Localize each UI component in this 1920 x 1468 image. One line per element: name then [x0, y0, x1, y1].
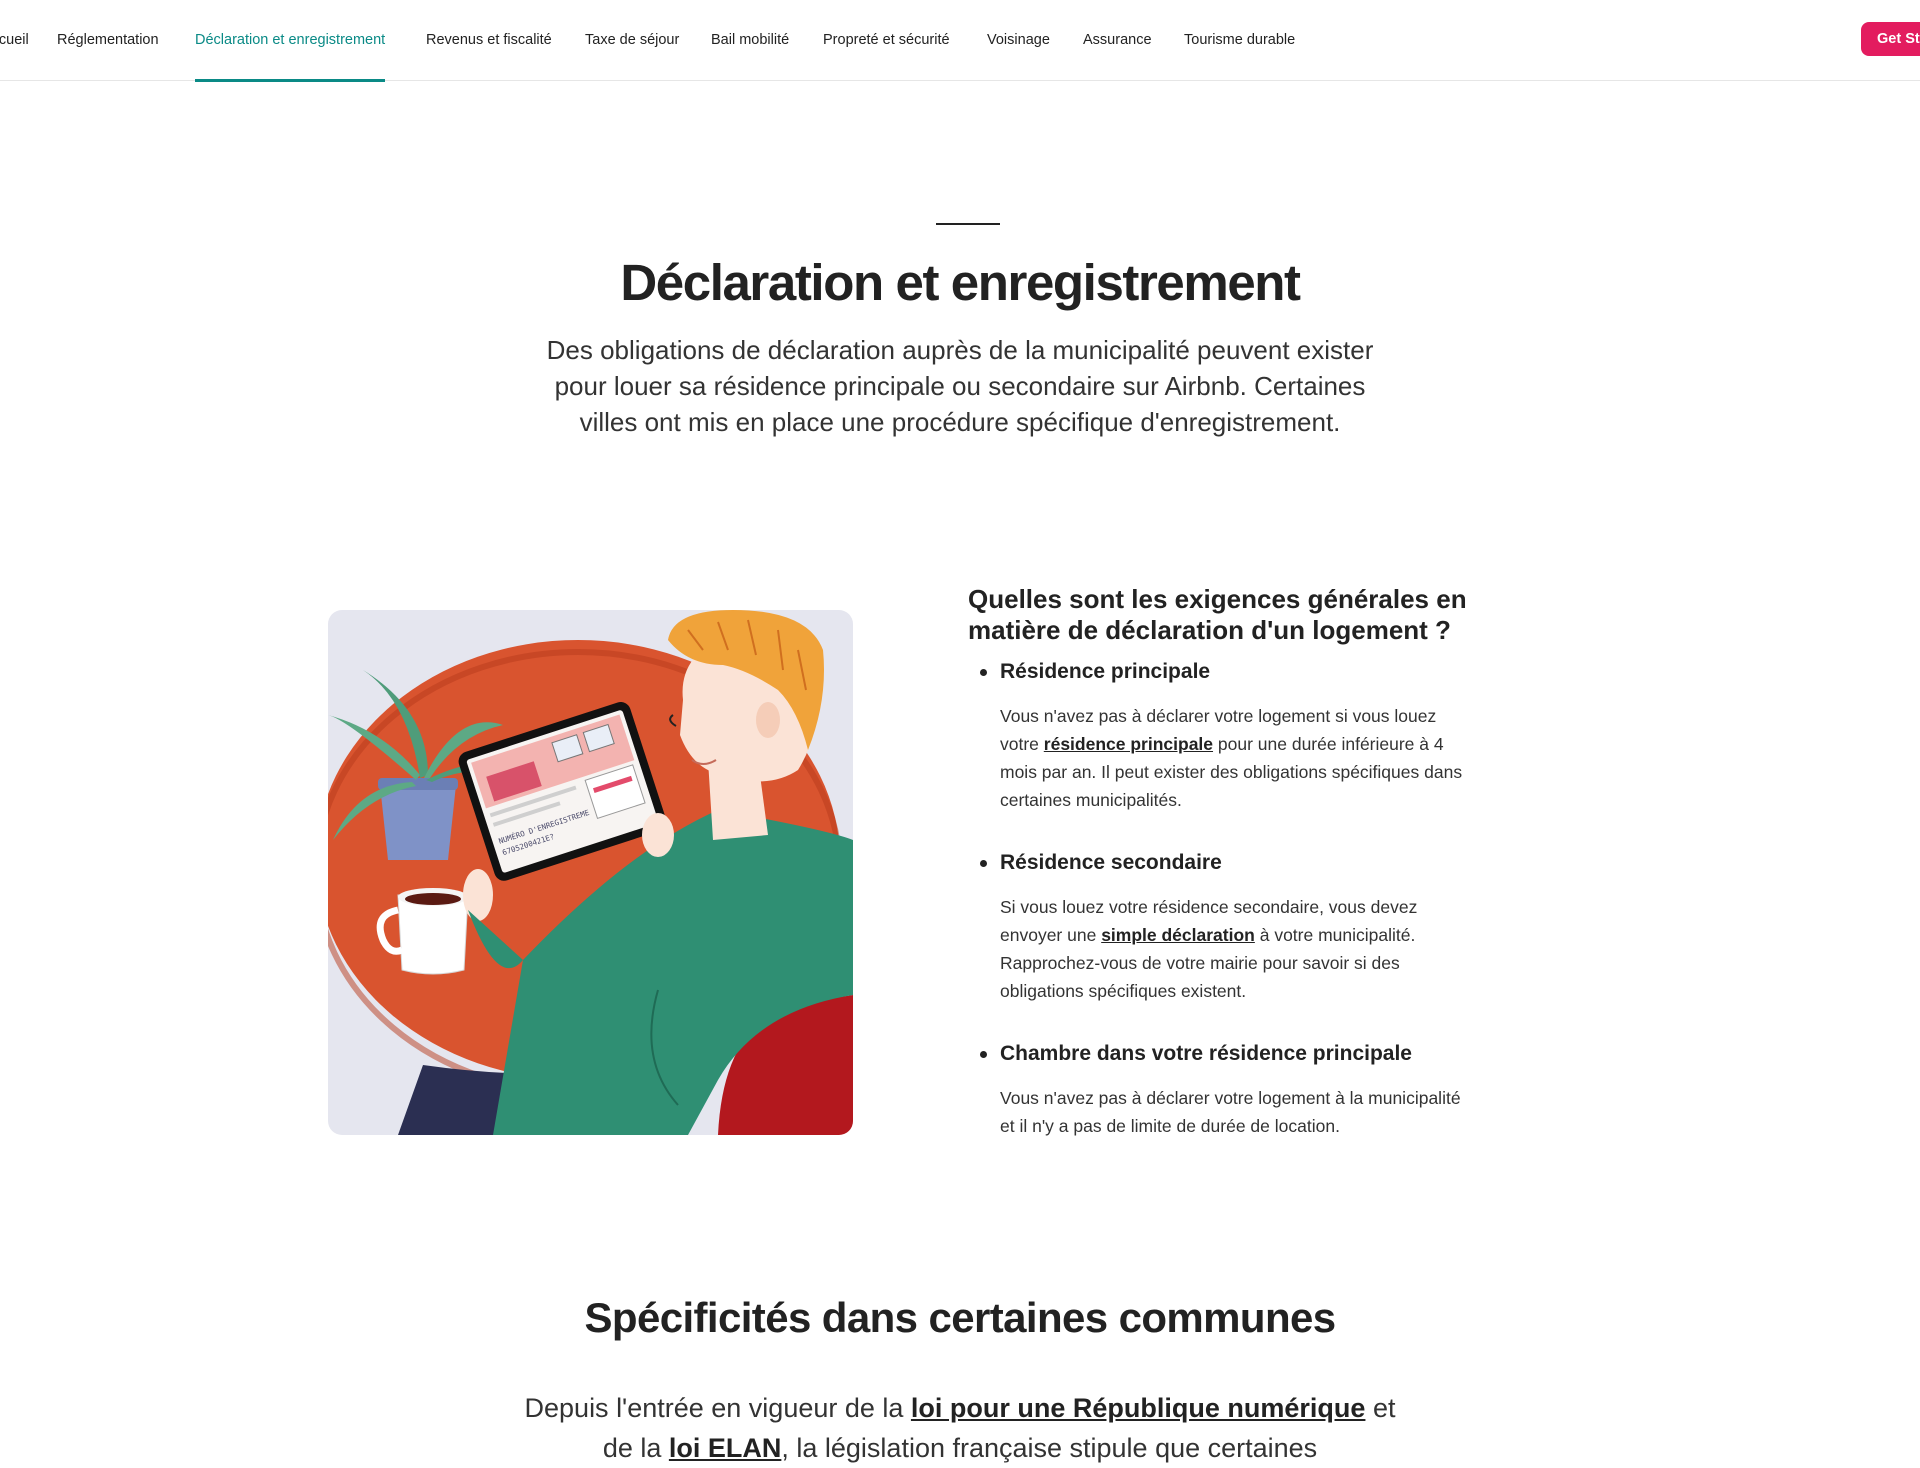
requirements-heading: Quelles sont les exigences générales en … [968, 584, 1528, 646]
desc-line: Vous n'avez pas à déclarer votre logemen… [1000, 706, 1437, 726]
hero-description: Des obligations de déclaration auprès de… [510, 332, 1410, 440]
simple-declaration-link[interactable]: simple déclaration [1101, 925, 1255, 945]
host-tablet-illustration: NUMÉRO D'ENREGISTREME 6705200421E? [328, 610, 853, 1135]
list-item-residence-principale: Résidence principale Vous n'avez pas à d… [968, 650, 1528, 814]
communes-text: Depuis l'entrée en vigueur de la [524, 1393, 911, 1423]
desc-line: pour une durée inférieure à 4 [1213, 734, 1444, 754]
item-description: Si vous louez votre résidence secondaire… [1000, 893, 1528, 1005]
desc-line: obligations spécifiques existent. [1000, 981, 1247, 1001]
nav-item-revenus[interactable]: Revenus et fiscalité [426, 0, 552, 81]
hero-line-2: pour louer sa résidence principale ou se… [554, 371, 1366, 401]
communes-heading: Spécificités dans certaines communes [584, 1294, 1336, 1341]
desc-line: mois par an. Il peut exister des obligat… [1000, 762, 1463, 782]
nav-item-bail-mobilite[interactable]: Bail mobilité [711, 0, 789, 81]
item-description: Vous n'avez pas à déclarer votre logemen… [1000, 702, 1528, 814]
desc-line: Rapprochez-vous de votre mairie pour sav… [1000, 953, 1400, 973]
loi-elan-link[interactable]: loi ELAN [669, 1433, 782, 1463]
desc-line: Vous n'avez pas à déclarer votre logemen… [1000, 1088, 1461, 1108]
communes-description: Depuis l'entrée en vigueur de la loi pou… [480, 1388, 1440, 1468]
page-title: Déclaration et enregistrement [620, 254, 1301, 311]
nav-item-accueil[interactable]: Accueil [0, 0, 29, 81]
requirements-list: Résidence principale Vous n'avez pas à d… [968, 650, 1528, 1167]
loi-republique-numerique-link[interactable]: loi pour une République numérique [911, 1393, 1366, 1423]
residence-principale-link[interactable]: résidence principale [1044, 734, 1213, 754]
communes-text: et [1365, 1393, 1396, 1423]
desc-line: envoyer une [1000, 925, 1102, 945]
nav-item-taxe-sejour[interactable]: Taxe de séjour [585, 0, 679, 81]
item-title: Résidence secondaire [1000, 851, 1222, 874]
hero-line-3: villes ont mis en place une procédure sp… [579, 407, 1341, 437]
desc-line: à votre municipalité. [1254, 925, 1416, 945]
desc-line: votre [1000, 734, 1044, 754]
bullet [980, 669, 987, 676]
get-started-button[interactable]: Get Started [1861, 22, 1920, 56]
nav-item-assurance[interactable]: Assurance [1083, 0, 1152, 81]
desc-line: Si vous louez votre résidence secondaire… [1000, 897, 1418, 917]
nav-item-reglementation[interactable]: Réglementation [57, 0, 159, 81]
bullet [980, 860, 987, 867]
nav-item-tourisme-durable[interactable]: Tourisme durable [1184, 0, 1295, 81]
item-title: Résidence principale [1000, 660, 1211, 683]
requirements-heading-line-1: Quelles sont les exigences générales en [968, 584, 1467, 614]
item-description: Vous n'avez pas à déclarer votre logemen… [1000, 1084, 1528, 1140]
nav-item-voisinage[interactable]: Voisinage [987, 0, 1050, 81]
requirements-heading-line-2: matière de déclaration d'un logement ? [968, 615, 1451, 645]
item-title: Chambre dans votre résidence principale [1000, 1042, 1412, 1065]
list-item-residence-secondaire: Résidence secondaire Si vous louez votre… [968, 841, 1528, 1005]
list-item-chambre: Chambre dans votre résidence principale … [968, 1032, 1528, 1140]
nav-item-proprete-securite[interactable]: Propreté et sécurité [823, 0, 950, 81]
top-navigation: Accueil Réglementation Déclaration et en… [0, 0, 1920, 82]
desc-line: et il n'y a pas de limite de durée de lo… [1000, 1116, 1340, 1136]
illustration-svg: NUMÉRO D'ENREGISTREME 6705200421E? [328, 610, 853, 1135]
hero-line-1: Des obligations de déclaration auprès de… [546, 335, 1374, 365]
bullet [980, 1051, 987, 1058]
desc-line: certaines municipalités. [1000, 790, 1182, 810]
communes-text: de la [602, 1433, 669, 1463]
communes-text: , la législation française stipule que c… [781, 1433, 1318, 1463]
hero-divider [936, 223, 1000, 225]
nav-item-declaration[interactable]: Déclaration et enregistrement [195, 0, 386, 82]
